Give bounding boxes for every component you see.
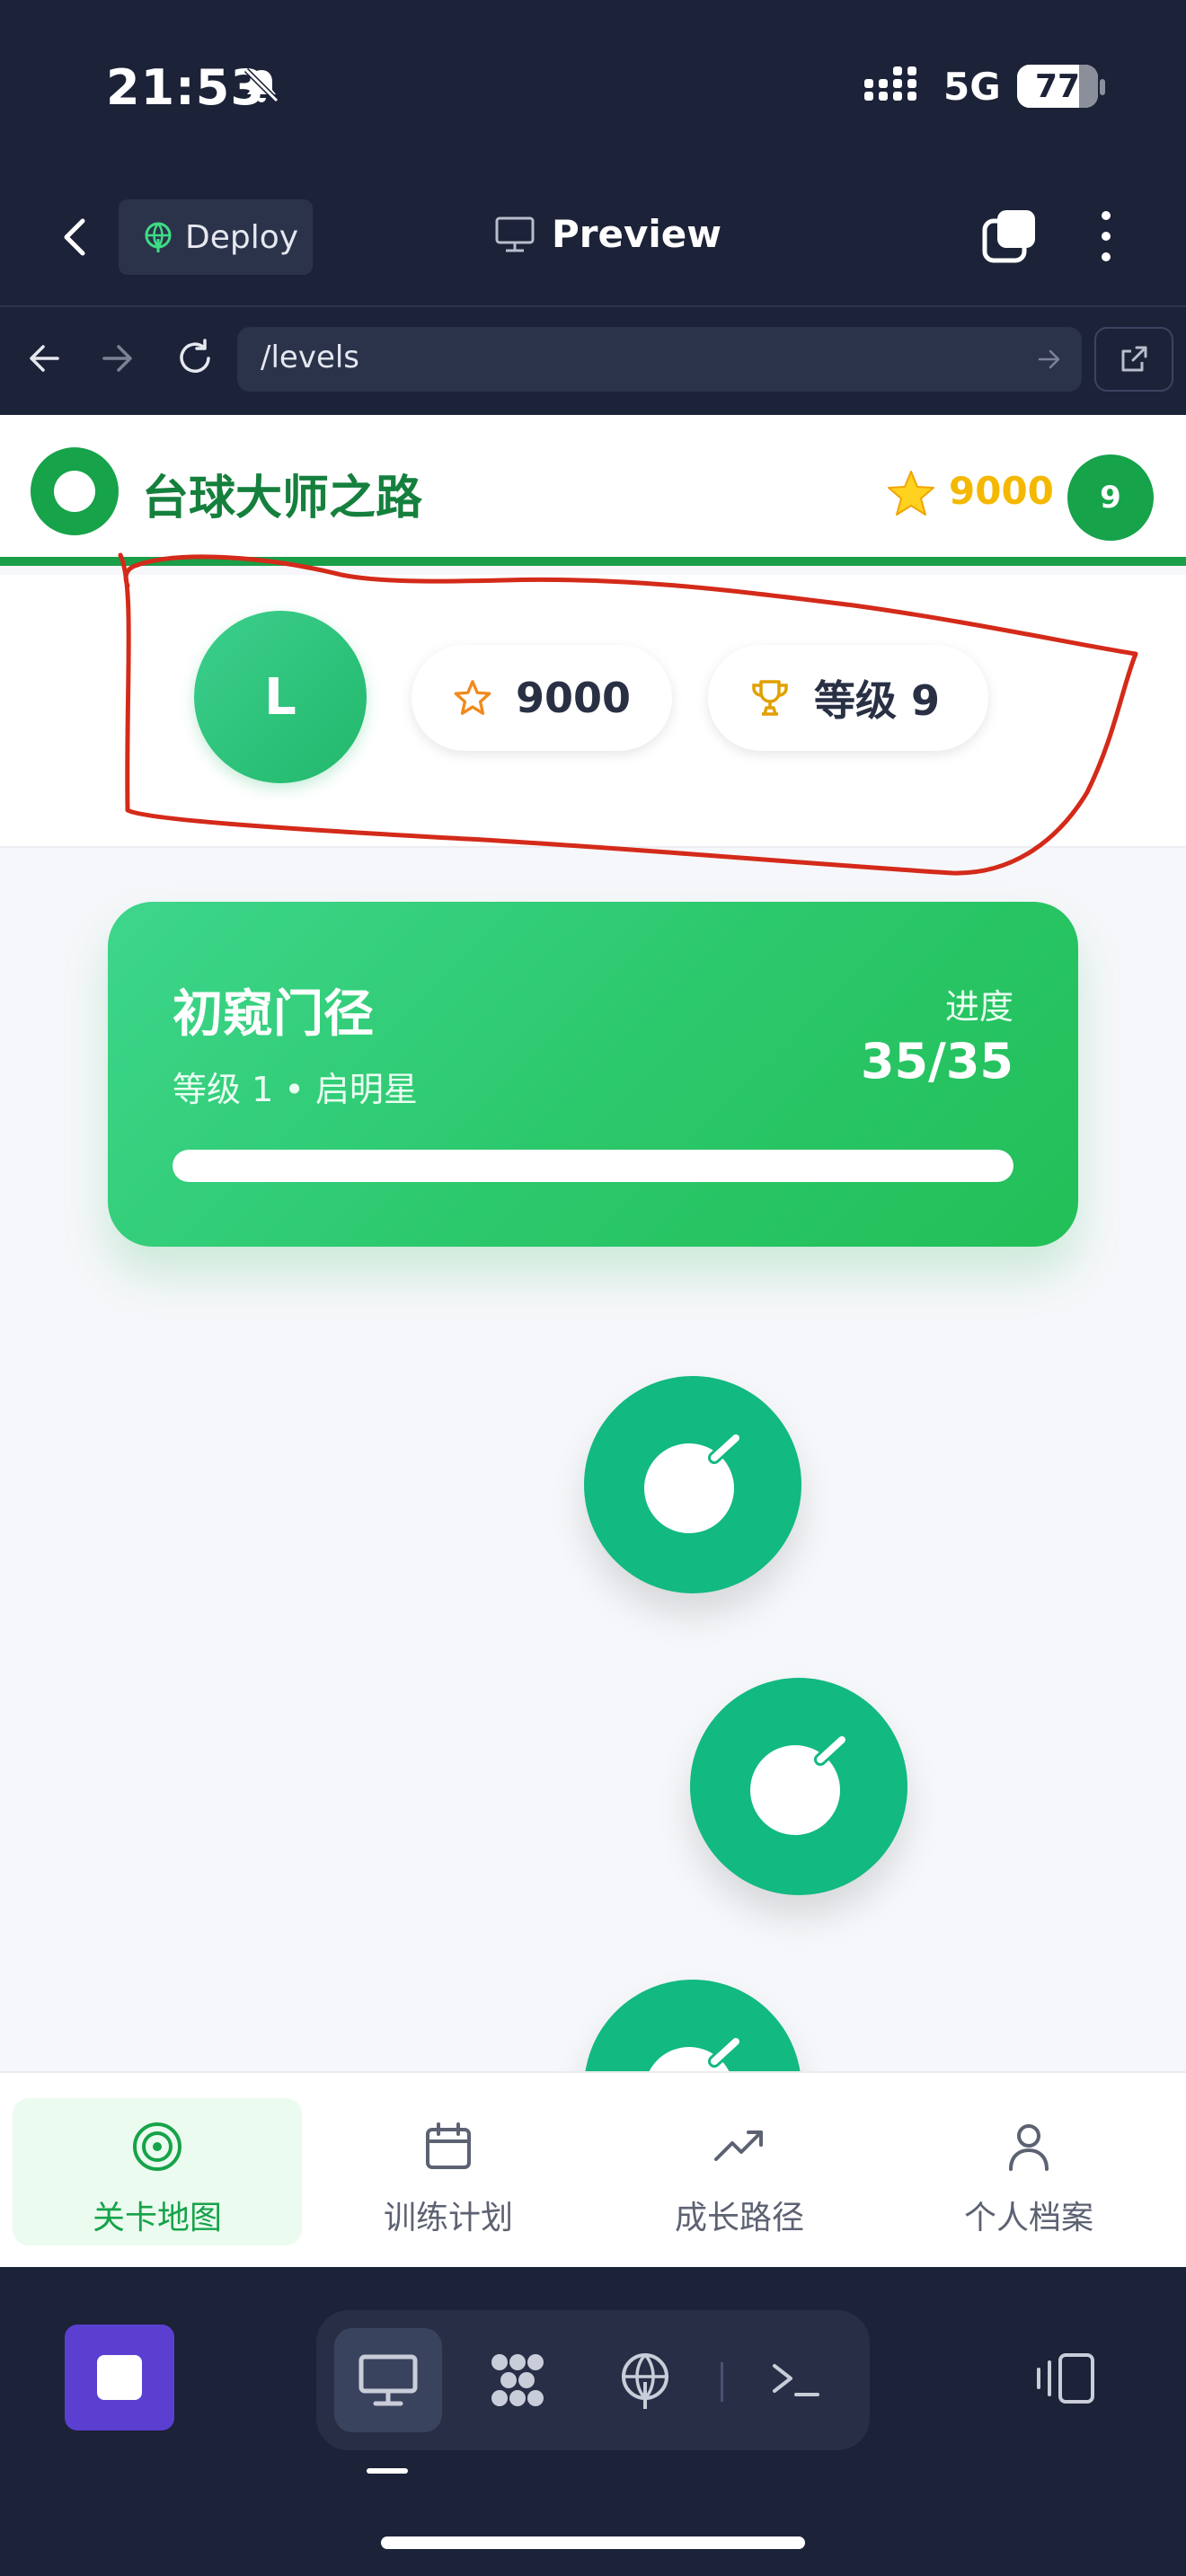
mode-switcher (316, 2310, 870, 2450)
user-points: 9000 (515, 674, 631, 722)
trending-up-icon (714, 2130, 763, 2161)
nav-label: 个人档案 (963, 2200, 1093, 2236)
star-icon (888, 471, 934, 516)
progress-value: 35/35 (860, 1033, 1013, 1090)
monitor-icon (495, 216, 535, 251)
star-outline-icon (454, 680, 491, 715)
bomb-ball-icon (649, 2034, 744, 2071)
network-label: 5G (943, 65, 1001, 109)
user-icon (1009, 2124, 1049, 2171)
editor-toolbar (0, 2267, 1186, 2576)
browser-back-icon[interactable] (25, 340, 63, 377)
deploy-button[interactable]: Deploy (119, 199, 313, 275)
level-node[interactable] (584, 1980, 801, 2071)
progress-bar (173, 1150, 1013, 1182)
reload-icon[interactable] (174, 338, 216, 379)
level-pill: 等级 9 (708, 645, 988, 751)
battery-percent: 77 (1034, 68, 1081, 105)
nav-label: 关卡地图 (92, 2200, 222, 2236)
globe-upload-icon (145, 222, 172, 252)
header-points: 9000 (949, 469, 1054, 513)
battery-indicator: 77 (1017, 65, 1098, 108)
nav-label: 成长路径 (674, 2200, 804, 2236)
level-badge[interactable]: 9 (1067, 454, 1154, 541)
game-title: 台球大师之路 (142, 472, 423, 525)
open-external-button[interactable] (1094, 327, 1173, 392)
level-node[interactable] (584, 1376, 801, 1593)
deploy-label: Deploy (185, 218, 299, 256)
nav-item-growth-path[interactable]: 成长路径 (595, 2098, 884, 2245)
panel-toggle-icon[interactable] (1033, 2351, 1098, 2405)
game-header: 台球大师之路 9000 9 (0, 415, 1186, 566)
divider (721, 2362, 723, 2402)
screen: { "status_bar": { "time": "21:53", "netw… (0, 0, 1186, 2576)
points-pill: 9000 (412, 645, 672, 751)
home-indicator (381, 2536, 805, 2549)
bottom-nav: 关卡地图 训练计划 成长路径 个人档案 (0, 2071, 1186, 2267)
cluster-icon (491, 2354, 544, 2406)
preview-mode-button[interactable] (334, 2328, 442, 2432)
nav-item-level-map[interactable]: 关卡地图 (13, 2098, 302, 2245)
go-arrow-icon[interactable] (1037, 347, 1062, 372)
browser-forward-icon[interactable] (99, 340, 137, 377)
deploy-mode-button[interactable] (591, 2328, 699, 2432)
agent-mode-button[interactable] (464, 2328, 571, 2432)
nav-item-training-plan[interactable]: 训练计划 (304, 2098, 593, 2245)
preview-title: Preview (494, 212, 721, 256)
external-link-icon (1121, 346, 1147, 372)
bell-muted-icon (243, 67, 279, 103)
nav-item-profile[interactable]: 个人档案 (884, 2098, 1173, 2245)
calendar-icon (426, 2122, 471, 2169)
web-page: 台球大师之路 9000 9 L 9000 等级 9 初窥门径 等级 1 • 启明… (0, 415, 1186, 2071)
terminal-mode-button[interactable] (742, 2328, 850, 2432)
signal-icon (864, 66, 916, 101)
logo-icon (31, 447, 119, 535)
more-menu-icon[interactable] (1093, 208, 1120, 264)
monitor-icon (358, 2354, 418, 2406)
tabs-button[interactable] (981, 208, 1037, 264)
globe-upload-icon (622, 2353, 668, 2409)
stop-button[interactable] (65, 2325, 174, 2430)
level-card-title: 初窥门径 (173, 985, 374, 1044)
preview-label: Preview (552, 212, 722, 256)
avatar[interactable]: L (194, 611, 367, 783)
user-summary: L 9000 等级 9 (0, 575, 1186, 848)
terminal-icon (773, 2364, 819, 2396)
bomb-ball-icon (644, 1431, 744, 1533)
url-bar[interactable]: /levels (237, 327, 1082, 392)
battery-nub (1100, 79, 1105, 95)
active-mode-indicator (367, 2468, 408, 2474)
nav-label: 训练计划 (383, 2200, 513, 2236)
level-card[interactable]: 初窥门径 等级 1 • 启明星 进度 35/35 (108, 902, 1078, 1247)
user-level: 等级 9 (814, 676, 941, 725)
url-text: /levels (261, 340, 360, 375)
progress-bar-fill (173, 1150, 1013, 1182)
progress-label: 进度 (944, 987, 1013, 1027)
level-card-subtitle: 等级 1 • 启明星 (173, 1070, 418, 1109)
level-node[interactable] (690, 1678, 907, 1895)
bomb-ball-icon (750, 1733, 850, 1835)
back-button[interactable] (52, 208, 97, 266)
trophy-icon (752, 680, 788, 716)
target-icon (133, 2122, 181, 2171)
